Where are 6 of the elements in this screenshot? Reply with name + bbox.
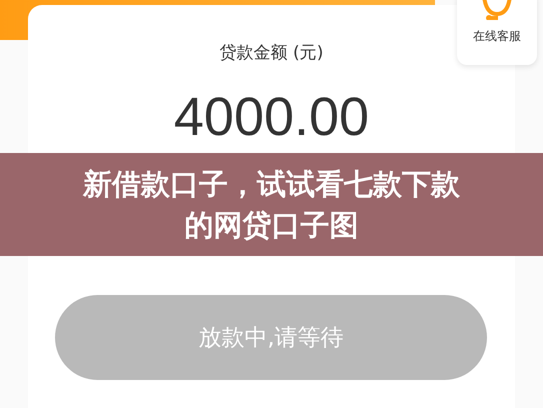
- caption-text: 的网贷口子图: [184, 206, 358, 244]
- caption-text: 新借款口子，试试看七款下款: [83, 166, 460, 202]
- amount-label: 贷款金额 (元): [220, 42, 324, 64]
- customer-service-button[interactable]: 在线客服: [457, 0, 537, 65]
- headset-icon: [480, 0, 514, 20]
- loan-amount: 4000.00: [174, 90, 370, 144]
